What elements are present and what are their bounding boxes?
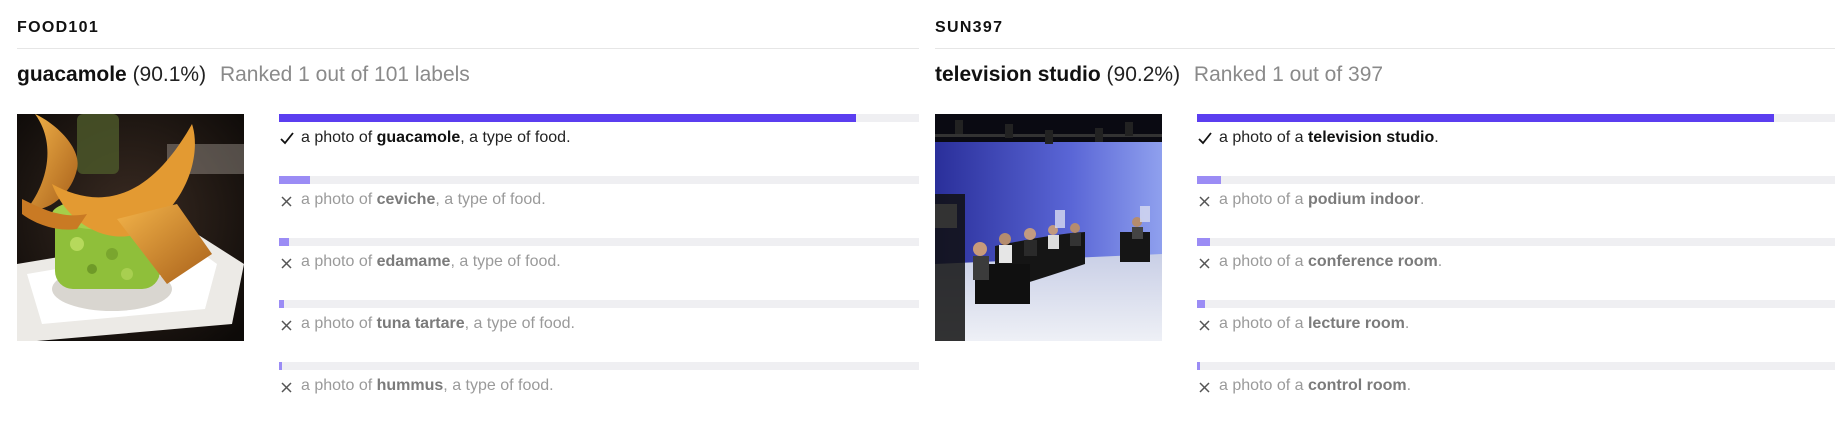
- score-track: [1197, 176, 1835, 184]
- class-label: podium indoor: [1307, 191, 1420, 208]
- result-row: a photo of a podium indoor.: [1197, 176, 1835, 234]
- sun397-panel: SUN397 television studio (90.2%) Ranked …: [935, 0, 1835, 425]
- score-bar: [279, 362, 282, 370]
- close-icon: [1199, 196, 1210, 207]
- result-caption: a photo of tuna tartare, a type of food.: [301, 315, 575, 332]
- divider: [935, 48, 1835, 49]
- check-icon: [280, 132, 294, 145]
- food-image: [17, 114, 244, 341]
- result-row: a photo of a conference room.: [1197, 238, 1835, 296]
- result-caption: a photo of a conference room.: [1219, 253, 1443, 270]
- food101-panel: FOOD101 guacamole (90.1%) Ranked 1 out o…: [17, 0, 919, 425]
- score-bar: [279, 114, 856, 122]
- class-label: television studio: [1307, 129, 1435, 146]
- result-row: a photo of a control room.: [1197, 362, 1835, 420]
- class-label: conference room: [1307, 253, 1438, 270]
- score-bar: [1197, 300, 1205, 308]
- result-row: a photo of guacamole, a type of food.: [279, 114, 919, 172]
- score-track: [279, 300, 919, 308]
- result-row: a photo of tuna tartare, a type of food.: [279, 300, 919, 358]
- rank-text: Ranked 1 out of 397: [1193, 63, 1384, 86]
- top-prediction-label: television studio: [935, 63, 1101, 86]
- class-label: guacamole: [376, 129, 461, 146]
- close-icon: [1199, 382, 1210, 393]
- dataset-title: FOOD101: [17, 19, 100, 36]
- score-bar: [1197, 114, 1774, 122]
- top-prediction-percent: (90.2%): [1106, 63, 1181, 86]
- score-bar: [279, 238, 289, 246]
- close-icon: [281, 196, 292, 207]
- result-caption: a photo of a television studio.: [1219, 129, 1439, 146]
- class-label: hummus: [376, 377, 444, 394]
- score-track: [279, 362, 919, 370]
- class-label: ceviche: [376, 191, 436, 208]
- score-track: [279, 238, 919, 246]
- result-caption: a photo of hummus, a type of food.: [301, 377, 554, 394]
- close-icon: [281, 320, 292, 331]
- score-track: [1197, 362, 1835, 370]
- prediction-headline: television studio (90.2%) Ranked 1 out o…: [935, 63, 1383, 87]
- top-prediction-label: guacamole: [17, 63, 127, 86]
- score-track: [1197, 238, 1835, 246]
- score-bar: [1197, 362, 1200, 370]
- close-icon: [281, 382, 292, 393]
- result-caption: a photo of a control room.: [1219, 377, 1412, 394]
- score-track: [1197, 114, 1835, 122]
- close-icon: [281, 258, 292, 269]
- result-caption: a photo of a lecture room.: [1219, 315, 1410, 332]
- result-row: a photo of a television studio.: [1197, 114, 1835, 172]
- scene-image: [935, 114, 1162, 341]
- top-prediction-percent: (90.1%): [132, 63, 207, 86]
- class-label: lecture room: [1307, 315, 1405, 332]
- result-caption: a photo of edamame, a type of food.: [301, 253, 561, 270]
- close-icon: [1199, 320, 1210, 331]
- result-row: a photo of ceviche, a type of food.: [279, 176, 919, 234]
- result-row: a photo of hummus, a type of food.: [279, 362, 919, 420]
- class-label: tuna tartare: [376, 315, 465, 332]
- class-label: control room: [1307, 377, 1407, 394]
- class-label: edamame: [376, 253, 451, 270]
- score-bar: [1197, 238, 1210, 246]
- result-row: a photo of edamame, a type of food.: [279, 238, 919, 296]
- result-caption: a photo of a podium indoor.: [1219, 191, 1425, 208]
- score-bar: [1197, 176, 1221, 184]
- score-track: [279, 176, 919, 184]
- check-icon: [1198, 132, 1212, 145]
- score-bar: [279, 176, 310, 184]
- result-row: a photo of a lecture room.: [1197, 300, 1835, 358]
- score-bar: [279, 300, 284, 308]
- prediction-headline: guacamole (90.1%) Ranked 1 out of 101 la…: [17, 63, 470, 87]
- divider: [17, 48, 919, 49]
- score-track: [279, 114, 919, 122]
- rank-text: Ranked 1 out of 101 labels: [219, 63, 470, 86]
- dataset-title: SUN397: [935, 19, 1004, 36]
- result-caption: a photo of ceviche, a type of food.: [301, 191, 546, 208]
- score-track: [1197, 300, 1835, 308]
- close-icon: [1199, 258, 1210, 269]
- result-caption: a photo of guacamole, a type of food.: [301, 129, 571, 146]
